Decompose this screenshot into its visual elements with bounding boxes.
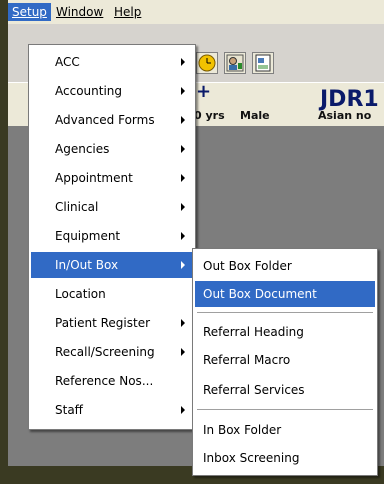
menu-item-label: Out Box Folder (203, 259, 292, 273)
menu-bar: Setup Window Help (8, 0, 384, 25)
menu-separator (197, 312, 373, 314)
patient-plus: + (196, 81, 212, 102)
menu-item-label: In Box Folder (203, 423, 282, 437)
menu-separator (197, 409, 373, 411)
setup-menu: ACC Accounting Advanced Forms Agencies Appoi… (28, 44, 196, 430)
submenu-arrow-icon (181, 232, 185, 240)
menu-item-label: ACC (55, 55, 80, 69)
staff-icon[interactable] (224, 52, 246, 74)
setup-menu-item-location[interactable]: Location (31, 281, 193, 307)
clock-icon[interactable] (196, 52, 218, 74)
menu-item-label: Advanced Forms (55, 113, 155, 127)
setup-menu-item-patient-register[interactable]: Patient Register (31, 310, 193, 336)
setup-menu-item-staff[interactable]: Staff (31, 397, 193, 423)
patient-gender: Male (240, 109, 270, 122)
submenu-item-referral-macro[interactable]: Referral Macro (195, 347, 375, 373)
menu-setup-label: Setup (12, 5, 47, 19)
menu-item-label: Inbox Screening (203, 451, 300, 465)
menu-setup[interactable]: Setup (8, 3, 51, 21)
submenu-item-referral-heading[interactable]: Referral Heading (195, 319, 375, 345)
menu-item-label: Location (55, 287, 106, 301)
submenu-arrow-icon (181, 261, 185, 269)
setup-menu-item-accounting[interactable]: Accounting (31, 78, 193, 104)
setup-menu-item-recall-screening[interactable]: Recall/Screening (31, 339, 193, 365)
menu-window[interactable]: Window (52, 3, 107, 21)
menu-item-label: Equipment (55, 229, 121, 243)
patient-age: 0 yrs (194, 109, 225, 122)
submenu-item-inbox-screening[interactable]: Inbox Screening (195, 445, 375, 471)
document-icon[interactable] (252, 52, 274, 74)
patient-ethnicity: Asian no (318, 109, 372, 122)
submenu-item-referral-services[interactable]: Referral Services (195, 377, 375, 403)
submenu-arrow-icon (181, 203, 185, 211)
menu-item-label: Referral Heading (203, 325, 304, 339)
menu-item-label: Appointment (55, 171, 133, 185)
submenu-arrow-icon (181, 319, 185, 327)
setup-menu-item-advanced-forms[interactable]: Advanced Forms (31, 107, 193, 133)
submenu-arrow-icon (181, 116, 185, 124)
submenu-item-out-box-folder[interactable]: Out Box Folder (195, 253, 375, 279)
menu-item-label: Out Box Document (203, 287, 317, 301)
menu-item-label: Agencies (55, 142, 110, 156)
menu-item-label: In/Out Box (55, 258, 119, 272)
setup-menu-item-reference-nos[interactable]: Reference Nos... (31, 368, 193, 394)
menu-window-label: Window (56, 5, 104, 19)
submenu-arrow-icon (181, 58, 185, 66)
setup-menu-item-clinical[interactable]: Clinical (31, 194, 193, 220)
menu-item-label: Patient Register (55, 316, 151, 330)
menu-help[interactable]: Help (110, 3, 145, 21)
menu-item-label: Clinical (55, 200, 99, 214)
menu-item-label: Referral Services (203, 383, 305, 397)
menu-item-label: Accounting (55, 84, 123, 98)
menu-item-label: Referral Macro (203, 353, 291, 367)
submenu-arrow-icon (181, 87, 185, 95)
setup-menu-item-agencies[interactable]: Agencies (31, 136, 193, 162)
submenu-arrow-icon (181, 406, 185, 414)
setup-menu-item-acc[interactable]: ACC (31, 49, 193, 75)
submenu-item-in-box-folder[interactable]: In Box Folder (195, 417, 375, 443)
menu-item-label: Reference Nos... (55, 374, 154, 388)
inout-submenu: Out Box Folder Out Box Document Referral H… (192, 248, 378, 476)
menu-help-label: Help (114, 5, 142, 19)
menu-item-label: Recall/Screening (55, 345, 155, 359)
submenu-arrow-icon (181, 174, 185, 182)
submenu-arrow-icon (181, 145, 185, 153)
menu-item-label: Staff (55, 403, 83, 417)
setup-menu-item-equipment[interactable]: Equipment (31, 223, 193, 249)
submenu-arrow-icon (181, 348, 185, 356)
submenu-item-out-box-document[interactable]: Out Box Document (195, 281, 375, 307)
setup-menu-item-in-out-box[interactable]: In/Out Box (31, 252, 193, 278)
setup-menu-item-appointment[interactable]: Appointment (31, 165, 193, 191)
